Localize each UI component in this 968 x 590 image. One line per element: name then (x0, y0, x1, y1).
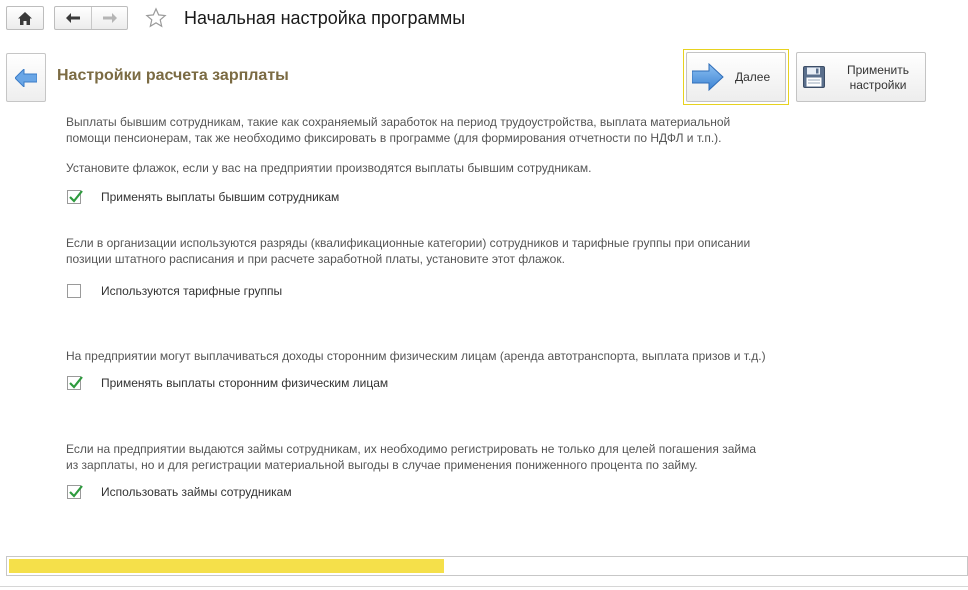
apply-button-label: Применить настройки (831, 63, 925, 93)
tariff-groups-checkbox[interactable] (67, 284, 81, 298)
back-step-button[interactable] (6, 53, 46, 102)
back-step-arrow-icon (15, 68, 37, 87)
section-tariff-groups-text: Если в организации используются разряды … (66, 235, 750, 267)
back-arrow-button[interactable] (55, 7, 92, 29)
text-line: из зарплаты, но и для регистрации матери… (66, 458, 698, 472)
forward-arrow-icon (103, 13, 117, 23)
next-arrow-icon (692, 63, 724, 91)
section-title: Настройки расчета зарплаты (57, 67, 289, 84)
text-line: позиции штатного расписания и при расчет… (66, 252, 565, 266)
text-line: Если в организации используются разряды … (66, 236, 751, 250)
section-loans-text: Если на предприятии выдаются займы сотру… (66, 441, 756, 473)
apply-label-line1: Применить (846, 63, 909, 77)
text-line: Если на предприятии выдаются займы сотру… (66, 442, 756, 456)
bottom-divider (0, 586, 968, 587)
third-party-payments-checkbox-label[interactable]: Применять выплаты сторонним физическим л… (101, 376, 388, 390)
apply-settings-button[interactable]: Применить настройки (796, 52, 926, 102)
next-button-label: Далее (735, 70, 771, 84)
checkmark-icon (69, 190, 83, 203)
checkmark-icon (69, 376, 83, 389)
apply-label-line2: настройки (849, 78, 907, 92)
back-arrow-icon (66, 13, 80, 23)
window-title: Начальная настройка программы (184, 8, 466, 28)
home-icon (18, 11, 32, 25)
progress-bar-fill (9, 559, 444, 573)
save-floppy-icon (803, 66, 825, 88)
employee-loans-checkbox[interactable] (67, 485, 83, 499)
forward-arrow-button[interactable] (92, 7, 128, 29)
section-former-employees-hint: Установите флажок, если у вас на предпри… (66, 161, 592, 175)
next-button[interactable]: Далее (686, 52, 786, 102)
tariff-groups-checkbox-label[interactable]: Используются тарифные группы (101, 284, 282, 298)
checkmark-icon (69, 485, 83, 498)
nav-back-forward-group (54, 6, 128, 30)
text-line: Выплаты бывшим сотрудникам, такие как со… (66, 115, 731, 129)
progress-bar (6, 556, 968, 576)
home-button[interactable] (6, 6, 44, 30)
former-employees-checkbox[interactable] (67, 190, 83, 204)
former-employees-checkbox-label[interactable]: Применять выплаты бывшим сотрудникам (101, 190, 339, 204)
employee-loans-checkbox-label[interactable]: Использовать займы сотрудникам (101, 485, 292, 499)
favorite-star-icon[interactable] (145, 7, 167, 34)
section-former-employees-text: Выплаты бывшим сотрудникам, такие как со… (66, 114, 730, 146)
section-third-party-text: На предприятии могут выплачиваться доход… (66, 349, 766, 363)
text-line: помощи пенсионерам, так же необходимо фи… (66, 131, 722, 145)
third-party-payments-checkbox[interactable] (67, 376, 83, 390)
